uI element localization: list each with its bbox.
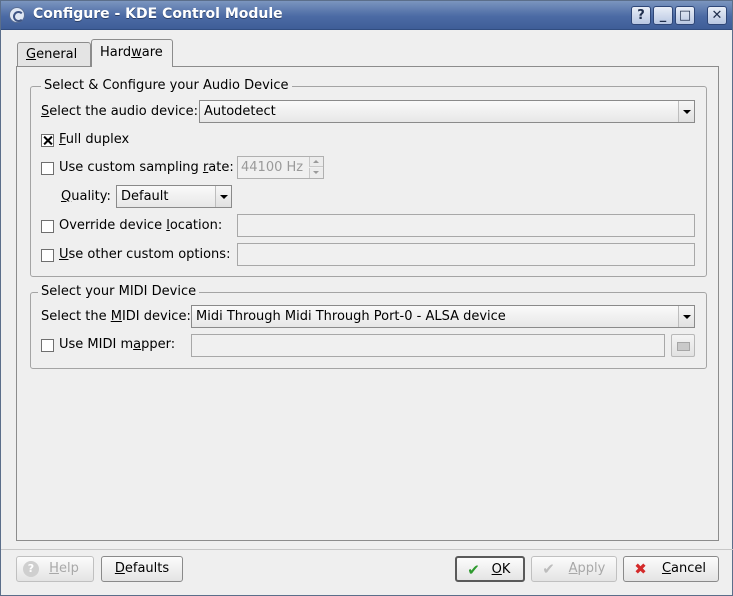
cancel-mnemonic: C — [661, 561, 672, 576]
quality-mnemonic: Q — [61, 189, 72, 204]
ok-button[interactable]: ✔ OK — [455, 556, 525, 582]
midi-group-title: Select your MIDI Device — [38, 283, 200, 301]
custom-sampling-checkbox[interactable] — [41, 162, 54, 175]
apply-label: pply — [577, 561, 606, 576]
check-icon: ✔ — [542, 560, 555, 578]
spin-down-icon[interactable] — [309, 168, 323, 178]
chevron-down-icon[interactable] — [678, 306, 694, 327]
custom-sampling-text-pre: Use custom sampling — [59, 160, 203, 175]
full-duplex-checkbox[interactable] — [41, 134, 54, 147]
quality-value: Default — [121, 189, 169, 204]
full-duplex-mnemonic: F — [59, 132, 66, 147]
audio-device-group: Select & Configure your Audio Device Sel… — [30, 77, 707, 277]
tab-general-label: eneral — [36, 47, 78, 62]
quality-select[interactable]: Default — [116, 185, 232, 208]
midi-device-select[interactable]: Midi Through Midi Through Port-0 - ALSA … — [191, 305, 695, 328]
folder-open-icon — [677, 342, 690, 351]
button-separator — [1, 549, 733, 550]
configure-dialog: Configure - KDE Control Module ? _ □ ✕ G… — [0, 0, 733, 596]
midi-device-label: Select the MIDI device: — [41, 308, 191, 326]
midi-device-label-mnemonic: M — [110, 309, 122, 324]
midi-device-label-pre: Select the — [41, 309, 111, 324]
custom-options-label[interactable]: Use other custom options: — [59, 246, 230, 264]
midi-device-value: Midi Through Midi Through Port-0 - ALSA … — [196, 309, 506, 324]
browse-file-button[interactable] — [671, 334, 695, 357]
device-location-field[interactable] — [237, 214, 695, 237]
midi-mapper-label[interactable]: Use MIDI mapper: — [59, 336, 175, 354]
cancel-button[interactable]: ✖ Cancel — [623, 556, 719, 582]
midi-mapper-checkbox[interactable] — [41, 339, 54, 352]
hardware-tab-panel: Select & Configure your Audio Device Sel… — [16, 66, 719, 541]
tab-general[interactable]: General — [17, 42, 91, 66]
apply-button[interactable]: ✔ Apply — [531, 556, 617, 582]
midi-mapper-field[interactable] — [191, 334, 665, 357]
tab-hardware-label-post: are — [141, 45, 163, 60]
tab-hardware-mnemonic: w — [131, 45, 142, 60]
midi-device-group: Select your MIDI Device Select the MIDI … — [30, 283, 707, 369]
minimize-button[interactable]: _ — [653, 6, 673, 25]
quality-text: uality: — [71, 189, 111, 204]
help-title-button[interactable]: ? — [631, 6, 651, 25]
custom-sampling-text-post: ate: — [208, 160, 234, 175]
check-icon: ✔ — [467, 561, 480, 579]
title-bar[interactable]: Configure - KDE Control Module ? _ □ ✕ — [1, 1, 732, 30]
spin-up-icon[interactable] — [309, 157, 323, 167]
audio-device-label: Select the audio device: — [41, 103, 198, 121]
ok-mnemonic: O — [491, 562, 502, 577]
chevron-down-icon[interactable] — [215, 186, 231, 207]
maximize-button[interactable]: □ — [675, 6, 695, 25]
window-title: Configure - KDE Control Module — [33, 6, 283, 22]
help-label: elp — [58, 561, 79, 576]
full-duplex-label[interactable]: Full duplex — [59, 131, 129, 149]
override-location-text-pre: Override device — [59, 218, 167, 233]
apply-mnemonic: A — [568, 561, 578, 576]
override-location-checkbox[interactable] — [41, 220, 54, 233]
kde-app-icon[interactable] — [9, 7, 25, 23]
midi-mapper-text-pre: Use MIDI m — [59, 337, 134, 352]
sampling-rate-spinbox[interactable]: 44100 Hz — [237, 156, 324, 179]
custom-options-text: se other custom options: — [68, 247, 231, 262]
quality-label: Quality: — [61, 188, 111, 206]
sampling-rate-value: 44100 Hz — [241, 160, 304, 175]
midi-mapper-text-post: pper: — [141, 337, 176, 352]
defaults-mnemonic: D — [114, 561, 125, 576]
audio-device-select[interactable]: Autodetect — [199, 100, 695, 123]
ok-label: K — [501, 562, 511, 577]
help-icon: ? — [23, 561, 39, 577]
tab-hardware-label-pre: Hard — [100, 45, 132, 60]
defaults-label: efaults — [124, 561, 170, 576]
defaults-button[interactable]: Defaults — [101, 556, 183, 582]
chevron-down-icon[interactable] — [678, 101, 694, 122]
close-button[interactable]: ✕ — [707, 6, 727, 25]
custom-options-mnemonic: U — [59, 247, 69, 262]
tab-general-mnemonic: G — [26, 47, 37, 62]
audio-device-label-text: elect the audio device: — [49, 104, 198, 119]
cancel-label: ancel — [671, 561, 707, 576]
midi-mapper-mnemonic: a — [133, 337, 142, 352]
help-mnemonic: H — [49, 561, 59, 576]
help-button[interactable]: ? Help — [16, 556, 94, 582]
custom-options-checkbox[interactable] — [41, 249, 54, 262]
full-duplex-text: ull duplex — [65, 132, 130, 147]
custom-sampling-label[interactable]: Use custom sampling rate: — [59, 159, 234, 177]
custom-options-field[interactable] — [237, 243, 695, 266]
audio-device-value: Autodetect — [204, 104, 276, 119]
tab-hardware[interactable]: Hardware — [91, 39, 173, 67]
override-location-label[interactable]: Override device location: — [59, 217, 222, 235]
audio-group-title: Select & Configure your Audio Device — [41, 77, 292, 95]
cancel-x-icon: ✖ — [634, 560, 647, 578]
midi-device-label-post: IDI device: — [121, 309, 191, 324]
override-location-text-post: ocation: — [169, 218, 223, 233]
